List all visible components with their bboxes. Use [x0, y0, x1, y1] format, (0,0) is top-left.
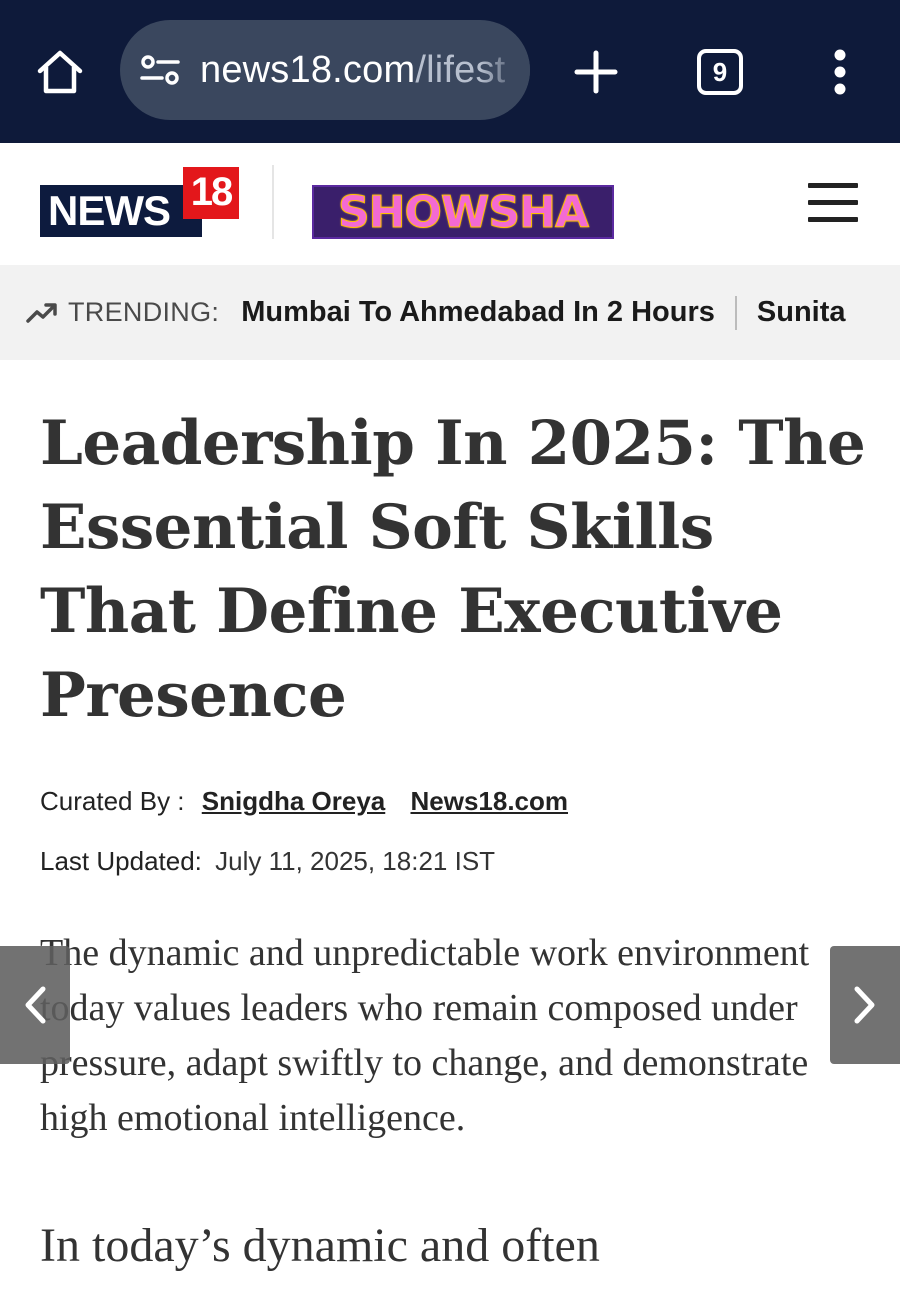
next-article-button[interactable]	[830, 946, 900, 1064]
url-host: news18.com	[200, 48, 416, 91]
new-tab-plus-icon	[574, 50, 618, 94]
home-button[interactable]	[32, 44, 88, 100]
tab-switcher-button[interactable]: 9	[692, 44, 748, 100]
last-updated: Last Updated: July 11, 2025, 18:21 IST	[40, 846, 495, 877]
previous-article-button[interactable]	[0, 946, 70, 1064]
chevron-left-icon	[25, 986, 46, 1024]
news18-logo-news: NEWS	[40, 185, 202, 237]
last-updated-label: Last Updated:	[40, 846, 202, 876]
article-summary: The dynamic and unpredictable work envir…	[40, 932, 810, 1139]
chevron-right-icon	[854, 986, 875, 1024]
showsha-logo[interactable]: SHOWSHA	[312, 185, 614, 239]
new-tab-button[interactable]	[568, 44, 624, 100]
trending-label: TRENDING:	[68, 297, 220, 327]
trending-separator	[734, 295, 737, 330]
curated-by-label: Curated By :	[40, 786, 185, 816]
browser-toolbar: news18.com/lifest 9	[0, 0, 900, 143]
hamburger-menu-icon[interactable]	[808, 183, 860, 223]
site-header: NEWS 18 SHOWSHA	[0, 143, 900, 265]
url-text: news18.com/lifest	[200, 49, 510, 92]
source-link[interactable]: News18.com	[410, 786, 568, 816]
home-icon	[37, 50, 83, 94]
author-link[interactable]: Snigdha Oreya	[202, 786, 386, 816]
tab-count: 9	[712, 56, 728, 87]
header-divider	[272, 165, 274, 239]
overflow-menu-icon	[834, 49, 846, 95]
byline: Curated By : Snigdha Oreya News18.com	[40, 786, 568, 817]
trending-arrow-icon	[26, 299, 60, 327]
last-updated-value: July 11, 2025, 18:21 IST	[215, 846, 496, 876]
overflow-menu-button[interactable]	[814, 44, 866, 100]
site-settings-icon[interactable]	[140, 50, 180, 90]
showsha-logo-text: SHOWSHA	[337, 186, 589, 238]
article-headline: Leadership In 2025: The Essential Soft S…	[40, 408, 866, 731]
trending-link[interactable]: Sunita	[757, 296, 846, 329]
article-body-paragraph: In today’s dynamic and often	[40, 1219, 600, 1272]
url-fade	[480, 20, 530, 120]
news18-logo[interactable]: NEWS 18	[40, 165, 240, 241]
news18-logo-18: 18	[183, 167, 239, 219]
address-bar[interactable]: news18.com/lifest	[120, 20, 530, 120]
tab-switcher-icon: 9	[697, 49, 743, 95]
trending-link[interactable]: Mumbai To Ahmedabad In 2 Hours	[241, 296, 715, 329]
trending-bar: TRENDING: Mumbai To Ahmedabad In 2 Hours…	[0, 265, 900, 360]
